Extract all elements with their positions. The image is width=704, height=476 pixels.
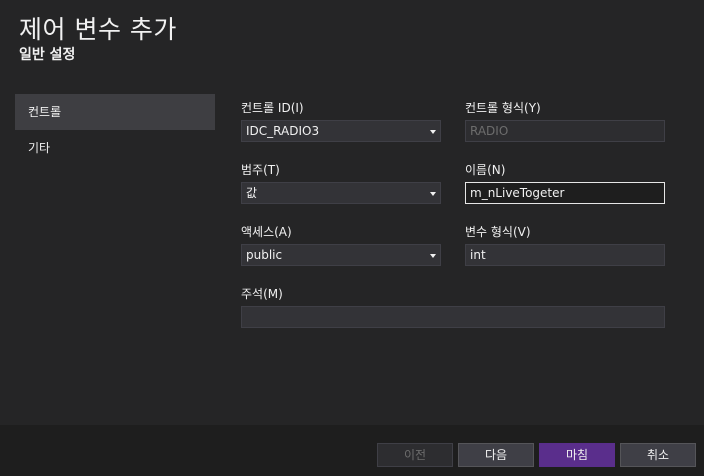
side-nav: 컨트롤 기타: [15, 94, 215, 166]
nav-item-control[interactable]: 컨트롤: [15, 94, 215, 130]
prev-button[interactable]: 이전: [377, 443, 453, 467]
name-input[interactable]: m_nLiveTogeter: [465, 182, 665, 204]
control-id-dropdown[interactable]: IDC_RADIO3: [241, 120, 441, 142]
access-value: public: [246, 248, 283, 262]
access-label: 액세스(A): [241, 225, 292, 239]
variable-type-value: int: [470, 248, 486, 262]
control-type-label: 컨트롤 형식(Y): [465, 101, 541, 115]
variable-type-input[interactable]: int: [465, 244, 665, 266]
comment-input[interactable]: [241, 306, 665, 328]
control-type-value: RADIO: [470, 124, 509, 138]
nav-item-misc[interactable]: 기타: [15, 130, 215, 166]
dialog-subtitle: 일반 설정: [19, 47, 76, 63]
chevron-down-icon: [430, 130, 436, 134]
access-dropdown[interactable]: public: [241, 244, 441, 266]
finish-button[interactable]: 마침: [539, 443, 615, 467]
comment-label: 주석(M): [241, 287, 283, 301]
chevron-down-icon: [430, 254, 436, 258]
dialog-title: 제어 변수 추가: [19, 15, 177, 44]
category-dropdown[interactable]: 값: [241, 182, 441, 204]
control-id-label: 컨트롤 ID(I): [241, 101, 304, 115]
control-id-value: IDC_RADIO3: [246, 124, 320, 138]
variable-type-label: 변수 형식(V): [465, 225, 531, 239]
name-value: m_nLiveTogeter: [470, 186, 565, 200]
cancel-button[interactable]: 취소: [620, 443, 696, 467]
control-type-field: RADIO: [465, 120, 665, 142]
category-value: 값: [246, 186, 258, 200]
category-label: 범주(T): [241, 163, 280, 177]
next-button[interactable]: 다음: [458, 443, 534, 467]
chevron-down-icon: [430, 192, 436, 196]
name-label: 이름(N): [465, 163, 506, 177]
